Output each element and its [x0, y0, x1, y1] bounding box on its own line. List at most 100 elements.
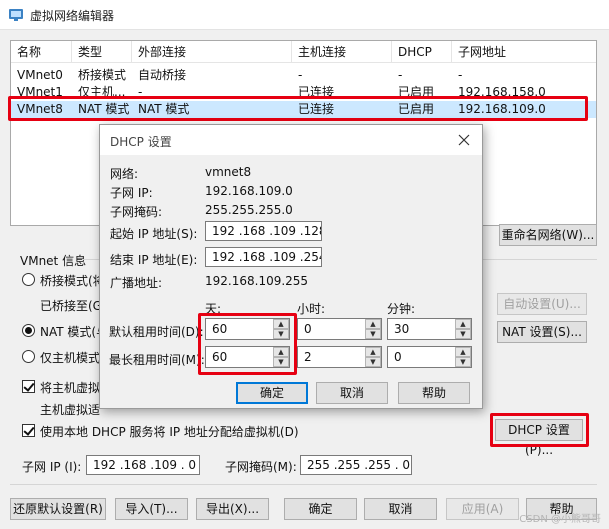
max-lease-hours-spinner[interactable]: 2 ▲ ▼: [297, 346, 382, 368]
export-button[interactable]: 导出(X)...: [196, 498, 269, 520]
subnet-ip-label: 子网 IP:: [110, 186, 153, 200]
nat-mode-radio[interactable]: [22, 324, 35, 337]
spin-down-icon[interactable]: ▼: [455, 357, 471, 367]
dialog-title: DHCP 设置: [110, 135, 172, 149]
col-host[interactable]: 主机连接: [292, 41, 392, 63]
auto-settings-button[interactable]: 自动设置(U)...: [497, 293, 587, 315]
subnet-mask-input[interactable]: 255 .255 .255 . 0: [300, 455, 412, 475]
connect-host-adapter-label: 将主机虚拟: [40, 381, 101, 395]
cell-subnet: 192.168.109.0: [458, 102, 546, 116]
cell-external: 自动桥接: [138, 68, 187, 82]
rename-network-button[interactable]: 重命名网络(W)...: [499, 224, 597, 246]
default-lease-minutes-spinner[interactable]: 30 ▲ ▼: [387, 318, 472, 340]
cell-subnet: -: [458, 68, 463, 82]
spin-arrows[interactable]: ▲ ▼: [273, 319, 289, 339]
max-lease-label: 最长租用时间(M):: [109, 353, 205, 367]
col-days-label: 天:: [205, 302, 222, 316]
spin-down-icon[interactable]: ▼: [365, 329, 381, 339]
use-dhcp-label: 使用本地 DHCP 服务将 IP 地址分配给虚拟机(D): [40, 425, 299, 439]
col-name[interactable]: 名称: [11, 41, 72, 63]
cell-type: 仅主机...: [78, 85, 126, 99]
cell-dhcp: 已启用: [398, 102, 435, 116]
import-button[interactable]: 导入(T)...: [115, 498, 188, 520]
col-external[interactable]: 外部连接: [132, 41, 292, 63]
dialog-ok-button[interactable]: 确定: [236, 382, 308, 404]
spin-arrows[interactable]: ▲ ▼: [273, 347, 289, 367]
dialog-cancel-button[interactable]: 取消: [316, 382, 388, 404]
watermark: CSDN @小熊哥哥: [519, 514, 601, 525]
dialog-title-bar: DHCP 设置: [100, 125, 482, 155]
spin-arrows[interactable]: ▲ ▼: [365, 319, 381, 339]
table-row[interactable]: VMnet1 仅主机... - 已连接 已启用 192.168.158.0: [11, 84, 596, 101]
cell-host: 已连接: [298, 85, 335, 99]
spin-up-icon[interactable]: ▲: [365, 347, 381, 357]
use-dhcp-checkbox[interactable]: [22, 424, 35, 437]
dialog-help-button[interactable]: 帮助: [398, 382, 470, 404]
connect-host-adapter-checkbox[interactable]: [22, 380, 35, 393]
table-row[interactable]: VMnet0 桥接模式 自动桥接 - - -: [11, 67, 596, 84]
subnet-ip-value: 192.168.109.0: [205, 184, 293, 198]
max-lease-minutes-spinner[interactable]: 0 ▲ ▼: [387, 346, 472, 368]
end-ip-input[interactable]: 192 .168 .109 .254: [205, 247, 322, 267]
spin-up-icon[interactable]: ▲: [273, 347, 289, 357]
start-ip-label: 起始 IP 地址(S):: [110, 227, 198, 241]
spin-down-icon[interactable]: ▼: [365, 357, 381, 367]
spin-up-icon[interactable]: ▲: [365, 319, 381, 329]
nat-settings-button[interactable]: NAT 设置(S)...: [497, 321, 587, 343]
window-title-bar: 虚拟网络编辑器: [0, 0, 609, 30]
cancel-button[interactable]: 取消: [364, 498, 437, 520]
cell-name: VMnet0: [17, 68, 63, 82]
host-adapter-name: 主机虚拟适: [40, 403, 101, 417]
col-hours-label: 小时:: [297, 302, 326, 316]
bridge-mode-radio[interactable]: [22, 273, 35, 286]
default-lease-days-spinner[interactable]: 60 ▲ ▼: [205, 318, 290, 340]
window-title: 虚拟网络编辑器: [30, 9, 115, 23]
broadcast-label: 广播地址:: [110, 276, 163, 290]
default-lease-hours-spinner[interactable]: 0 ▲ ▼: [297, 318, 382, 340]
cell-type: NAT 模式: [78, 102, 130, 116]
col-subnet[interactable]: 子网地址: [452, 41, 596, 63]
spin-arrows[interactable]: ▲ ▼: [365, 347, 381, 367]
spin-down-icon[interactable]: ▼: [273, 329, 289, 339]
spin-up-icon[interactable]: ▲: [273, 319, 289, 329]
dhcp-settings-button[interactable]: DHCP 设置(P)...: [495, 419, 583, 457]
dhcp-settings-dialog: DHCP 设置 网络: vmnet8 子网 IP: 192.168.109.0 …: [99, 124, 483, 409]
default-lease-label: 默认租用时间(D):: [109, 325, 204, 339]
cell-type: 桥接模式: [78, 68, 127, 82]
cell-dhcp: 已启用: [398, 85, 435, 99]
cell-external: -: [138, 85, 143, 99]
spin-down-icon[interactable]: ▼: [273, 357, 289, 367]
host-only-label: 仅主机模式: [40, 351, 101, 365]
max-lease-days-spinner[interactable]: 60 ▲ ▼: [205, 346, 290, 368]
spin-up-icon[interactable]: ▲: [455, 319, 471, 329]
subnet-mask-label: 子网掩码(M):: [225, 460, 297, 474]
col-dhcp[interactable]: DHCP: [392, 41, 452, 63]
subnet-mask-value: 255.255.255.0: [205, 203, 293, 217]
apply-button[interactable]: 应用(A): [446, 498, 519, 520]
subnet-ip-input[interactable]: 192 .168 .109 . 0: [86, 455, 200, 475]
close-icon[interactable]: [458, 134, 470, 146]
vm-network-icon: [9, 9, 23, 21]
subnet-ip-label: 子网 IP (I):: [22, 460, 82, 474]
host-only-radio[interactable]: [22, 350, 35, 363]
cell-host: -: [298, 68, 303, 82]
network-value: vmnet8: [205, 165, 252, 179]
start-ip-input[interactable]: 192 .168 .109 .128: [205, 221, 322, 241]
cell-name: VMnet1: [17, 85, 63, 99]
subnet-mask-label: 子网掩码:: [110, 205, 163, 219]
spin-arrows[interactable]: ▲ ▼: [455, 319, 471, 339]
spin-down-icon[interactable]: ▼: [455, 329, 471, 339]
cell-dhcp: -: [398, 68, 403, 82]
bridge-mode-label: 桥接模式(将: [40, 274, 105, 288]
cell-name: VMnet8: [17, 102, 63, 116]
ok-button[interactable]: 确定: [284, 498, 357, 520]
col-type[interactable]: 类型: [72, 41, 132, 63]
table-row-selected[interactable]: VMnet8 NAT 模式 NAT 模式 已连接 已启用 192.168.109…: [11, 101, 596, 118]
broadcast-value: 192.168.109.255: [205, 274, 309, 288]
spin-arrows[interactable]: ▲ ▼: [455, 347, 471, 367]
nat-mode-label: NAT 模式(与: [40, 325, 109, 339]
bridged-to-label: 已桥接至(G: [40, 299, 102, 313]
cell-external: NAT 模式: [138, 102, 190, 116]
restore-defaults-button[interactable]: 还原默认设置(R): [10, 498, 106, 520]
spin-up-icon[interactable]: ▲: [455, 347, 471, 357]
